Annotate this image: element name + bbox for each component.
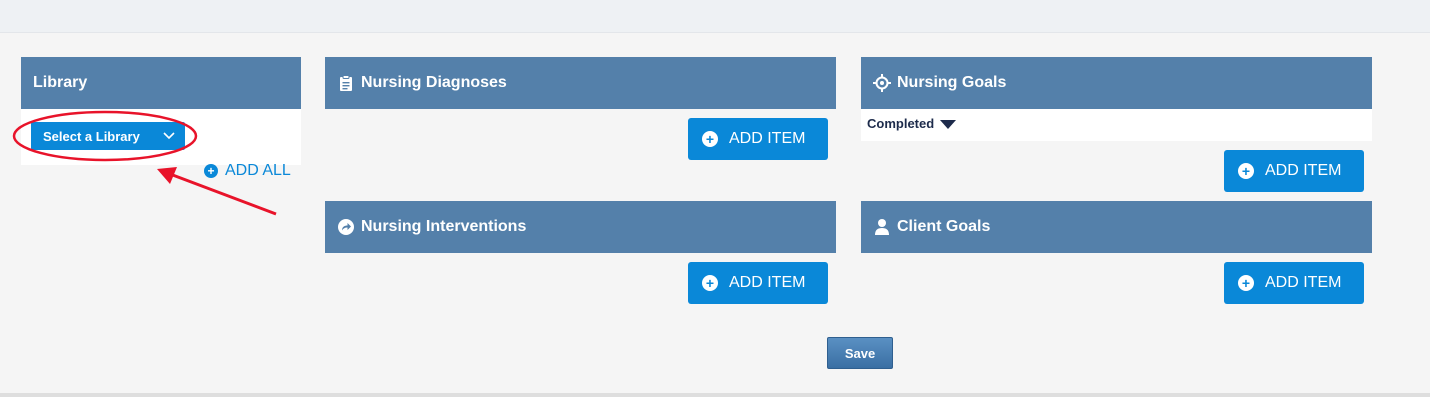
add-item-label: ADD ITEM <box>1265 274 1342 291</box>
bottom-divider <box>0 393 1430 397</box>
nursing-goals-add-item-button[interactable]: + ADD ITEM <box>1224 150 1364 192</box>
add-all-label: ADD ALL <box>225 162 291 179</box>
nursing-interventions-add-item-button[interactable]: + ADD ITEM <box>688 262 828 304</box>
add-all-button[interactable]: + ADD ALL <box>204 162 291 180</box>
add-item-label: ADD ITEM <box>729 274 806 291</box>
target-icon <box>873 74 891 92</box>
client-goals-header: Client Goals <box>861 201 1372 253</box>
client-goals-add-item-button[interactable]: + ADD ITEM <box>1224 262 1364 304</box>
nursing-diagnoses-header: Nursing Diagnoses <box>325 57 836 109</box>
caret-down-icon <box>940 120 957 129</box>
nursing-diagnoses-title: Nursing Diagnoses <box>361 74 507 91</box>
share-arrow-icon <box>337 218 355 236</box>
plus-circle-icon: + <box>1238 275 1254 291</box>
library-select-label: Select a Library <box>43 128 140 144</box>
library-header: Library <box>21 57 301 109</box>
nursing-goals-title: Nursing Goals <box>897 74 1007 91</box>
clipboard-icon <box>337 74 355 92</box>
nursing-diagnoses-add-item-button[interactable]: + ADD ITEM <box>688 118 828 160</box>
library-title: Library <box>33 74 88 91</box>
annotation-arrow-line <box>169 172 277 216</box>
add-item-label: ADD ITEM <box>1265 162 1342 179</box>
annotation-arrow-head <box>157 167 177 184</box>
library-select[interactable]: Select a Library <box>31 122 185 150</box>
add-item-label: ADD ITEM <box>729 130 806 147</box>
nursing-interventions-header: Nursing Interventions <box>325 201 836 253</box>
plus-circle-icon: + <box>702 275 718 291</box>
plus-circle-icon: + <box>1238 163 1254 179</box>
top-bar <box>0 0 1430 33</box>
completed-label: Completed <box>867 116 935 131</box>
plus-circle-icon: + <box>204 164 218 178</box>
completed-filter-dropdown[interactable]: Completed <box>867 116 957 131</box>
nursing-interventions-title: Nursing Interventions <box>361 218 527 235</box>
nursing-goals-header: Nursing Goals <box>861 57 1372 109</box>
chevron-down-icon <box>163 129 175 144</box>
plus-circle-icon: + <box>702 131 718 147</box>
client-goals-title: Client Goals <box>897 218 991 235</box>
user-icon <box>873 218 891 236</box>
save-button[interactable]: Save <box>827 337 893 369</box>
save-label: Save <box>844 345 876 361</box>
